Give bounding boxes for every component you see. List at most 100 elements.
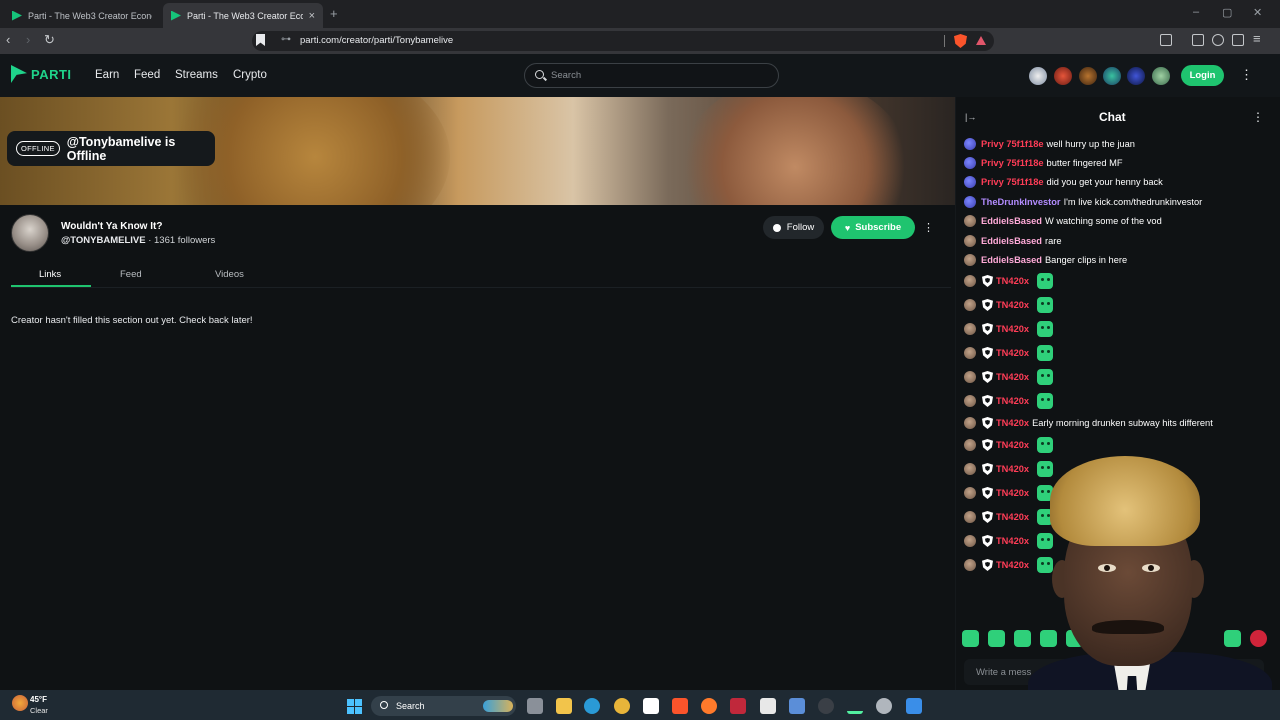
live-creator-avatar[interactable]	[1103, 67, 1121, 85]
chat-user-avatar[interactable]	[964, 439, 976, 451]
back-arrow-icon[interactable]: ‹	[6, 32, 10, 47]
close-tab-icon[interactable]: ×	[309, 10, 315, 22]
firefox-icon[interactable]	[701, 698, 717, 714]
chat-user-avatar[interactable]	[964, 463, 976, 475]
chat-username[interactable]: TN420x	[996, 488, 1029, 498]
browser-tab-2[interactable]: Parti - The Web3 Creator Econo ×	[163, 3, 323, 28]
store-icon[interactable]	[643, 698, 659, 714]
taskbar-search[interactable]: Search	[371, 696, 516, 716]
follow-button[interactable]: Follow	[763, 216, 824, 239]
chat-username[interactable]: Privy 75f1f18e	[981, 139, 1044, 149]
profile-menu-icon[interactable]: ⋮	[923, 221, 934, 234]
chat-user-avatar[interactable]	[964, 323, 976, 335]
chrome-icon[interactable]	[614, 698, 630, 714]
app-icon[interactable]	[730, 698, 746, 714]
chat-menu-icon[interactable]: ⋮	[1252, 110, 1264, 124]
tab-videos[interactable]: Videos	[215, 269, 244, 280]
chat-username[interactable]: TN420x	[996, 348, 1029, 358]
url-text[interactable]: parti.com/creator/parti/Tonybamelive	[300, 35, 453, 46]
nav-feed[interactable]: Feed	[134, 69, 160, 81]
live-creator-avatar[interactable]	[1054, 67, 1072, 85]
chat-user-avatar[interactable]	[964, 417, 976, 429]
chat-user-avatar[interactable]	[964, 275, 976, 287]
creator-handle[interactable]: @TONYBAMELIVE	[61, 235, 146, 246]
file-explorer-icon[interactable]	[556, 698, 572, 714]
chat-user-avatar[interactable]	[964, 235, 976, 247]
new-tab-button[interactable]: +	[330, 6, 338, 21]
chat-username[interactable]: TN420x	[996, 324, 1029, 334]
chat-username[interactable]: TN420x	[996, 536, 1029, 546]
brave-shield-icon[interactable]	[954, 34, 967, 48]
nav-crypto[interactable]: Crypto	[233, 69, 267, 81]
sidebar-icon[interactable]	[1192, 34, 1204, 46]
tab-feed[interactable]: Feed	[120, 269, 142, 280]
chat-user-avatar[interactable]	[964, 535, 976, 547]
media-icon[interactable]	[1160, 34, 1172, 46]
collapse-chat-icon[interactable]: |→	[965, 112, 976, 122]
chat-username[interactable]: TheDrunkInvestor	[981, 197, 1061, 207]
chat-username[interactable]: EddieIsBased	[981, 236, 1042, 246]
chat-user-avatar[interactable]	[964, 299, 976, 311]
chat-user-avatar[interactable]	[964, 176, 976, 188]
live-creator-avatar[interactable]	[1029, 67, 1047, 85]
emote-button[interactable]	[962, 630, 979, 647]
chat-user-avatar[interactable]	[964, 196, 976, 208]
emote-button[interactable]	[988, 630, 1005, 647]
windows-start-icon[interactable]	[347, 699, 362, 714]
browser-tab-1[interactable]: Parti - The Web3 Creator Economy &	[4, 3, 160, 28]
search-input[interactable]: Search	[524, 63, 779, 88]
photos-icon[interactable]	[906, 698, 922, 714]
chat-user-avatar[interactable]	[964, 559, 976, 571]
bookmark-icon[interactable]	[256, 34, 265, 46]
kick-icon[interactable]	[847, 698, 863, 714]
chat-username[interactable]: TN420x	[996, 512, 1029, 522]
tab-links[interactable]: Links	[39, 269, 61, 280]
chat-username[interactable]: TN420x	[996, 464, 1029, 474]
weather-temperature[interactable]: 45°F	[30, 695, 47, 704]
extensions-icon[interactable]	[1212, 34, 1224, 46]
nav-earn[interactable]: Earn	[95, 69, 119, 81]
browser-menu-icon[interactable]: ≡	[1253, 31, 1261, 46]
chat-user-avatar[interactable]	[964, 395, 976, 407]
vpn-icon[interactable]	[1232, 34, 1244, 46]
nav-streams[interactable]: Streams	[175, 69, 218, 81]
address-bar[interactable]: ⊶ parti.com/creator/parti/Tonybamelive	[252, 31, 994, 51]
task-view-icon[interactable]	[527, 698, 543, 714]
chat-username[interactable]: Privy 75f1f18e	[981, 158, 1044, 168]
login-button[interactable]: Login	[1181, 65, 1224, 86]
chat-username[interactable]: TN420x	[996, 396, 1029, 406]
settings-gear-icon[interactable]	[876, 698, 892, 714]
live-creator-avatar[interactable]	[1152, 67, 1170, 85]
chat-username[interactable]: TN420x	[996, 372, 1029, 382]
live-creator-avatar[interactable]	[1079, 67, 1097, 85]
edge-icon[interactable]	[584, 698, 600, 714]
chat-user-avatar[interactable]	[964, 487, 976, 499]
live-creator-avatar[interactable]	[1127, 67, 1145, 85]
chat-user-avatar[interactable]	[964, 254, 976, 266]
forward-arrow-icon[interactable]: ›	[26, 32, 30, 47]
chat-user-avatar[interactable]	[964, 157, 976, 169]
app-icon[interactable]	[760, 698, 776, 714]
chat-username[interactable]: TN420x	[996, 560, 1029, 570]
weather-condition[interactable]: Clear	[30, 706, 48, 715]
maximize-icon[interactable]: ▢	[1222, 6, 1232, 19]
chat-user-avatar[interactable]	[964, 138, 976, 150]
brave-rewards-icon[interactable]	[976, 36, 986, 45]
reload-icon[interactable]: ↻	[44, 32, 55, 48]
chat-user-avatar[interactable]	[964, 347, 976, 359]
subscribe-button[interactable]: ♥ Subscribe	[831, 216, 915, 239]
weather-icon[interactable]	[12, 695, 28, 711]
brave-icon[interactable]	[672, 698, 688, 714]
chat-username[interactable]: Privy 75f1f18e	[981, 177, 1044, 187]
chat-username[interactable]: EddieIsBased	[981, 216, 1042, 226]
parti-logo[interactable]: PARTI	[11, 65, 72, 83]
chat-username[interactable]: EddieIsBased	[981, 255, 1042, 265]
close-window-icon[interactable]: ✕	[1253, 6, 1262, 19]
chat-username[interactable]: TN420x	[996, 300, 1029, 310]
chat-username[interactable]: TN420x	[996, 418, 1029, 428]
obs-icon[interactable]	[818, 698, 834, 714]
chat-user-avatar[interactable]	[964, 215, 976, 227]
chat-user-avatar[interactable]	[964, 511, 976, 523]
chat-user-avatar[interactable]	[964, 371, 976, 383]
chat-username[interactable]: TN420x	[996, 276, 1029, 286]
